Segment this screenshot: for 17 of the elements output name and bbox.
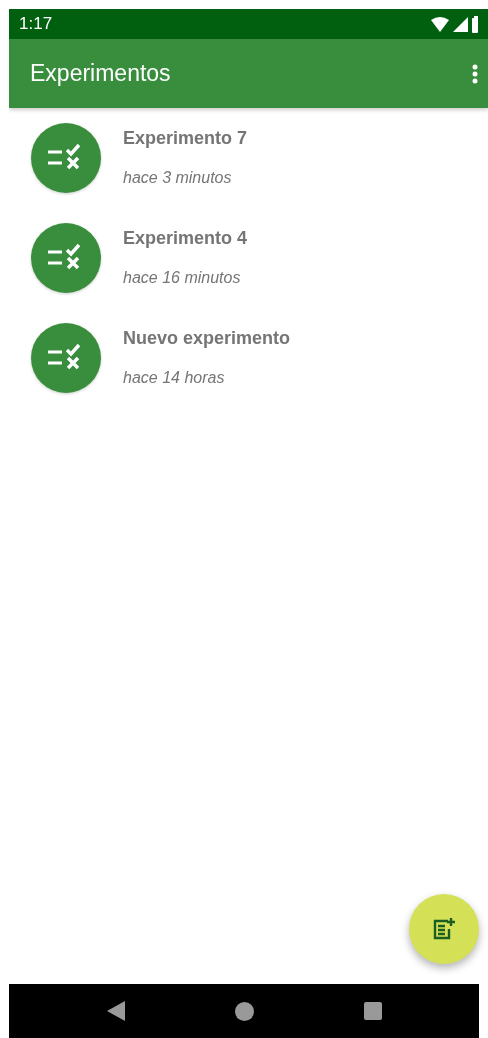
app-title: Experimentos [30,59,171,89]
experiment-title[interactable]: Experimento 7 [123,127,248,149]
experiment-title[interactable]: Experimento 4 [123,227,248,249]
status-time: 1:17 [19,13,53,36]
more-options-icon[interactable] [472,63,478,84]
signal-icon [453,16,468,32]
home-icon[interactable] [234,1001,254,1021]
experiment-title[interactable]: Nuevo experimento [123,327,291,349]
experiment-time: hace 14 horas [123,368,226,388]
battery-icon [472,15,478,33]
back-icon[interactable] [106,1001,125,1021]
add-note-icon [432,917,456,941]
recents-icon[interactable] [363,1002,382,1020]
experiment-time: hace 16 minutos [123,268,242,288]
add-note-button[interactable] [409,894,479,964]
wifi-icon [431,16,449,32]
experiment-time: hace 3 minutos [123,168,233,188]
